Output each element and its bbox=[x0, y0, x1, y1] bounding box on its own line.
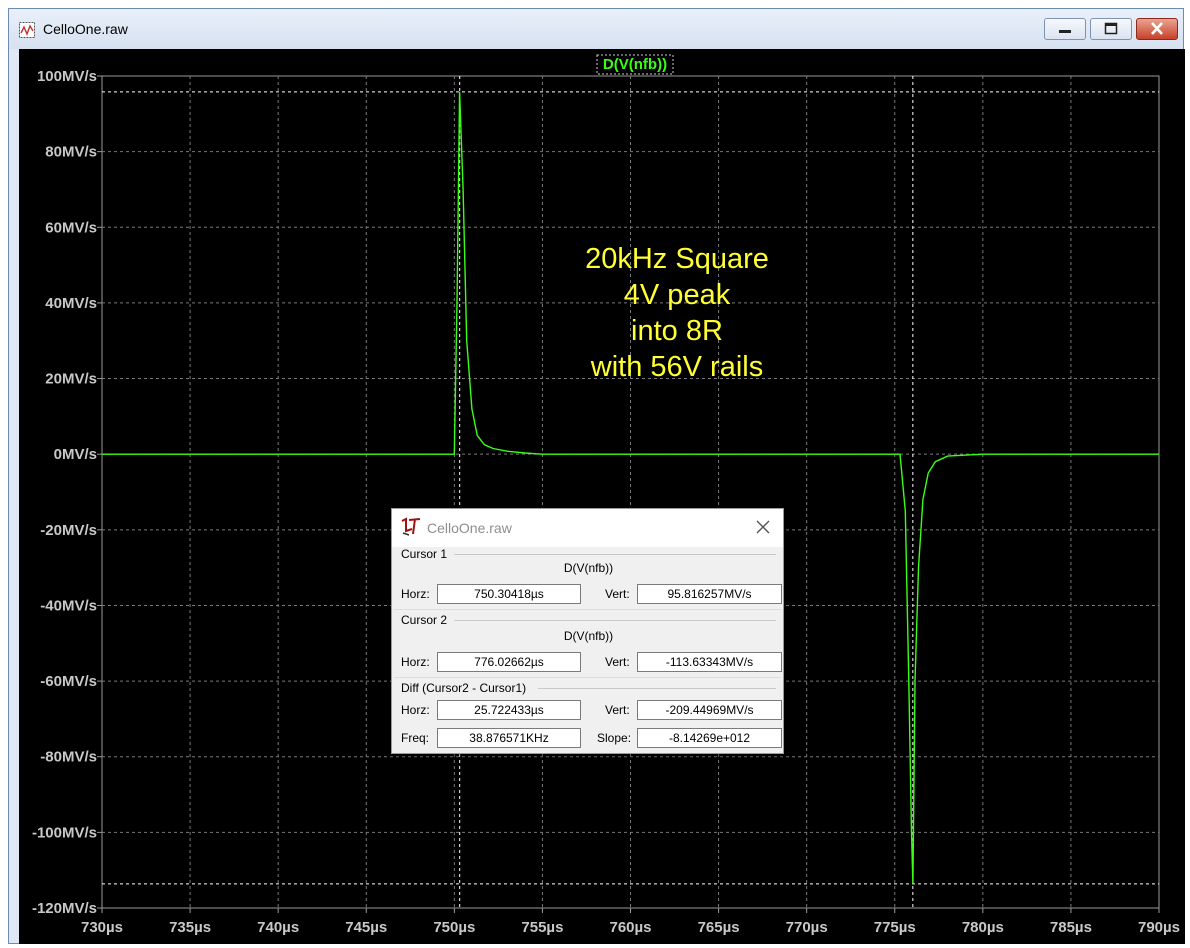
x-tick-label: 745µs bbox=[345, 919, 387, 936]
cursor2-signal: D(V(nfb)) bbox=[563, 629, 614, 643]
x-tick-label: 750µs bbox=[433, 919, 475, 936]
cursor2-vert-field[interactable]: -113.63343MV/s bbox=[637, 652, 782, 672]
cursor1-vert-field[interactable]: 95.816257MV/s bbox=[637, 584, 782, 604]
cursor1-horz-field[interactable]: 750.30418µs bbox=[437, 584, 581, 604]
x-tick-label: 770µs bbox=[786, 919, 828, 936]
diff-divider bbox=[538, 688, 776, 689]
x-tick-label: 765µs bbox=[698, 919, 740, 936]
y-tick-label: -100MV/s bbox=[32, 824, 97, 841]
waveform-plot[interactable]: 100MV/s 80MV/s 60MV/s 40MV/s 20MV/s 0MV/s -20M… bbox=[19, 49, 1185, 944]
x-tick-label: 740µs bbox=[257, 919, 299, 936]
cursor2-vert-label: Vert: bbox=[605, 655, 630, 669]
diff-vert-field[interactable]: -209.44969MV/s bbox=[637, 700, 782, 720]
close-icon bbox=[1151, 22, 1163, 35]
cursor1-horz-label: Horz: bbox=[401, 587, 430, 601]
diff-freq-field[interactable]: 38.876571KHz bbox=[437, 728, 581, 748]
cursor1-label: Cursor 1 bbox=[401, 547, 448, 561]
annotation-line: 20kHz Square bbox=[585, 243, 769, 275]
diff-label: Diff (Cursor2 - Cursor1) bbox=[401, 681, 527, 695]
annotation-line: 4V peak bbox=[624, 279, 731, 311]
x-tick-label: 775µs bbox=[874, 919, 916, 936]
cursor2-divider bbox=[454, 620, 776, 621]
x-tick-label: 790µs bbox=[1138, 919, 1180, 936]
waveform-file-icon bbox=[19, 22, 35, 38]
x-tick-label: 780µs bbox=[962, 919, 1004, 936]
diff-freq-label: Freq: bbox=[401, 731, 430, 745]
y-tick-label: -60MV/s bbox=[40, 673, 97, 690]
x-tick-label: 760µs bbox=[609, 919, 651, 936]
y-tick-label: 20MV/s bbox=[45, 371, 97, 388]
minimize-button[interactable] bbox=[1044, 18, 1086, 40]
close-icon bbox=[756, 520, 770, 534]
annotation-line: with 56V rails bbox=[590, 351, 763, 383]
diff-slope-label: Slope: bbox=[597, 731, 632, 745]
x-tick-label: 735µs bbox=[169, 919, 211, 936]
maximize-icon bbox=[1104, 22, 1118, 35]
waveform-window: CelloOne.raw 100MV/s 80MV/s 60MV/s 40MV/s 20… bbox=[8, 8, 1185, 944]
cursor1-vert-label: Vert: bbox=[605, 587, 630, 601]
y-tick-label: -120MV/s bbox=[32, 900, 97, 917]
y-tick-label: 40MV/s bbox=[45, 295, 97, 312]
close-button[interactable] bbox=[1136, 18, 1178, 40]
y-tick-label: -80MV/s bbox=[40, 749, 97, 766]
cursor-dialog[interactable]: CelloOne.raw Cursor 1 D(V(nfb)) Horz: 75… bbox=[391, 508, 784, 754]
cursor2-label: Cursor 2 bbox=[401, 613, 448, 627]
maximize-button[interactable] bbox=[1090, 18, 1132, 40]
diff-vert-label: Vert: bbox=[605, 703, 630, 717]
window-title: CelloOne.raw bbox=[43, 21, 128, 37]
x-tick-label: 730µs bbox=[81, 919, 123, 936]
y-tick-label: 80MV/s bbox=[45, 144, 97, 161]
cursor2-horz-label: Horz: bbox=[401, 655, 430, 669]
y-tick-label: 0MV/s bbox=[54, 446, 97, 463]
plot-pane[interactable]: 100MV/s 80MV/s 60MV/s 40MV/s 20MV/s 0MV/s -20M… bbox=[19, 49, 1185, 944]
annotation-line: into 8R bbox=[631, 315, 723, 347]
x-tick-label: 785µs bbox=[1050, 919, 1092, 936]
cursor1-signal: D(V(nfb)) bbox=[563, 561, 614, 575]
title-bar[interactable]: CelloOne.raw bbox=[9, 9, 1183, 49]
cursor1-divider bbox=[454, 554, 776, 555]
y-tick-label: 100MV/s bbox=[37, 68, 97, 85]
trace-label: D(V(nfb)) bbox=[603, 56, 667, 73]
cursor-dialog-close-button[interactable] bbox=[752, 518, 774, 538]
diff-section-separator bbox=[394, 677, 781, 678]
minimize-icon bbox=[1059, 30, 1071, 33]
cursor2-horz-field[interactable]: 776.02662µs bbox=[437, 652, 581, 672]
diff-horz-field[interactable]: 25.722433µs bbox=[437, 700, 581, 720]
ltspice-logo-icon bbox=[401, 517, 421, 536]
cursor-dialog-title: CelloOne.raw bbox=[427, 520, 512, 536]
diff-slope-field[interactable]: -8.14269e+012 bbox=[637, 728, 782, 748]
y-tick-label: -20MV/s bbox=[40, 522, 97, 539]
x-tick-label: 755µs bbox=[521, 919, 563, 936]
y-tick-label: -40MV/s bbox=[40, 597, 97, 614]
y-tick-label: 60MV/s bbox=[45, 219, 97, 236]
cursor-dialog-title-bar[interactable]: CelloOne.raw bbox=[392, 509, 783, 547]
cursor-section-separator bbox=[394, 609, 781, 610]
diff-horz-label: Horz: bbox=[401, 703, 430, 717]
